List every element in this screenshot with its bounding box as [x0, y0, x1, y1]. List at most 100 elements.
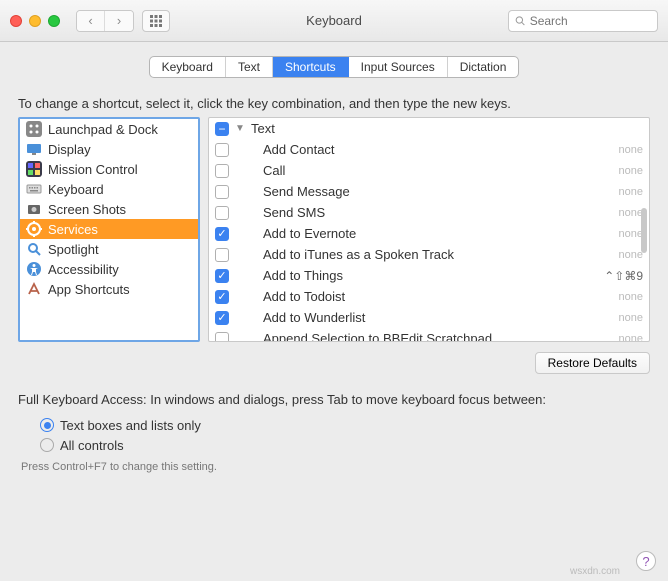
- service-label: Append Selection to BBEdit Scratchpad: [235, 331, 587, 342]
- traffic-lights: [10, 15, 60, 27]
- shortcut-list[interactable]: ▼Text Add ContactnoneCallnoneSend Messag…: [208, 117, 650, 342]
- service-label: Add to Things: [235, 268, 587, 283]
- service-add-to-itunes-as-a-spoken-track[interactable]: Add to iTunes as a Spoken Track none: [209, 244, 649, 265]
- show-all-button[interactable]: [142, 10, 170, 32]
- service-shortcut[interactable]: none: [593, 186, 643, 198]
- group-text[interactable]: ▼ Text: [209, 118, 649, 139]
- service-label: Add to Wunderlist: [235, 310, 587, 325]
- service-shortcut[interactable]: ⌃⇧⌘9: [593, 269, 643, 283]
- tab-input-sources[interactable]: Input Sources: [349, 57, 448, 77]
- fka-option-all-controls[interactable]: All controls: [40, 435, 650, 455]
- service-call[interactable]: Call none: [209, 160, 649, 181]
- zoom-icon[interactable]: [48, 15, 60, 27]
- minimize-icon[interactable]: [29, 15, 41, 27]
- service-shortcut[interactable]: none: [593, 249, 643, 261]
- disclosure-triangle-icon[interactable]: ▼: [235, 123, 245, 134]
- fka-option-text-boxes-and-lists-only[interactable]: Text boxes and lists only: [40, 415, 650, 435]
- tab-dictation[interactable]: Dictation: [448, 57, 519, 77]
- keyboard-icon: [26, 181, 42, 197]
- forward-button[interactable]: ›: [105, 11, 133, 31]
- tab-keyboard[interactable]: Keyboard: [150, 57, 226, 77]
- preferences-window: ‹ › Keyboard KeyboardTextShortcutsInput …: [0, 0, 668, 581]
- service-checkbox[interactable]: [215, 185, 229, 199]
- services-icon: [26, 221, 42, 237]
- service-shortcut[interactable]: none: [593, 207, 643, 219]
- restore-row: Restore Defaults: [18, 352, 650, 374]
- service-send-sms[interactable]: Send SMS none: [209, 202, 649, 223]
- search-field[interactable]: [508, 10, 658, 32]
- service-shortcut[interactable]: none: [593, 144, 643, 156]
- category-label: Keyboard: [48, 182, 104, 197]
- tab-text[interactable]: Text: [226, 57, 273, 77]
- service-shortcut[interactable]: none: [593, 291, 643, 303]
- service-add-to-wunderlist[interactable]: Add to Wunderlist none: [209, 307, 649, 328]
- tab-bar: KeyboardTextShortcutsInput SourcesDictat…: [0, 56, 668, 78]
- service-checkbox[interactable]: [215, 143, 229, 157]
- scrollbar-thumb[interactable]: [641, 208, 647, 253]
- category-services[interactable]: Services: [20, 219, 198, 239]
- service-shortcut[interactable]: none: [593, 333, 643, 343]
- service-send-message[interactable]: Send Messagenone: [209, 181, 649, 202]
- tab-segmented-control: KeyboardTextShortcutsInput SourcesDictat…: [149, 56, 520, 78]
- category-list[interactable]: Launchpad & Dock Display Mission Control Ke…: [18, 117, 200, 342]
- instruction-text: To change a shortcut, select it, click t…: [18, 96, 650, 111]
- category-label: Spotlight: [48, 242, 99, 257]
- category-label: Display: [48, 142, 91, 157]
- group-checkbox[interactable]: [215, 122, 229, 136]
- service-add-to-things[interactable]: Add to Things ⌃⇧⌘9: [209, 265, 649, 286]
- appshortcuts-icon: [26, 281, 42, 297]
- service-shortcut[interactable]: none: [593, 228, 643, 240]
- category-screen-shots[interactable]: Screen Shots: [20, 199, 198, 219]
- service-append-selection-to-bbedit-scratchpad[interactable]: Append Selection to BBEdit Scratchpad non…: [209, 328, 649, 342]
- category-label: Launchpad & Dock: [48, 122, 158, 137]
- service-add-to-evernote[interactable]: Add to Evernote none: [209, 223, 649, 244]
- service-checkbox[interactable]: [215, 248, 229, 262]
- restore-defaults-button[interactable]: Restore Defaults: [535, 352, 650, 374]
- service-add-to-todoist[interactable]: Add to Todoistnone: [209, 286, 649, 307]
- service-label: Add to iTunes as a Spoken Track: [235, 247, 587, 262]
- back-button[interactable]: ‹: [77, 11, 105, 31]
- service-checkbox[interactable]: [215, 269, 229, 283]
- service-checkbox[interactable]: [215, 290, 229, 304]
- category-mission-control[interactable]: Mission Control: [20, 159, 198, 179]
- launchpad-icon: [26, 121, 42, 137]
- service-label: Add Contact: [235, 142, 587, 157]
- search-input[interactable]: [530, 14, 651, 28]
- category-launchpad-dock[interactable]: Launchpad & Dock: [20, 119, 198, 139]
- content-area: To change a shortcut, select it, click t…: [0, 88, 668, 473]
- screenshot-icon: [26, 201, 42, 217]
- service-add-contact[interactable]: Add Contact none: [209, 139, 649, 160]
- radio-icon[interactable]: [40, 418, 54, 432]
- category-spotlight[interactable]: Spotlight: [20, 239, 198, 259]
- service-checkbox[interactable]: [215, 227, 229, 241]
- close-icon[interactable]: [10, 15, 22, 27]
- category-keyboard[interactable]: Keyboard: [20, 179, 198, 199]
- category-app-shortcuts[interactable]: App Shortcuts: [20, 279, 198, 299]
- category-display[interactable]: Display: [20, 139, 198, 159]
- fka-hint: Press Control+F7 to change this setting.: [18, 461, 650, 473]
- category-label: Services: [48, 222, 98, 237]
- service-checkbox[interactable]: [215, 206, 229, 220]
- service-label: Call: [235, 163, 587, 178]
- fka-radio-group: Text boxes and lists only All controls: [40, 415, 650, 455]
- search-icon: [515, 15, 526, 27]
- group-label: Text: [251, 121, 587, 136]
- service-shortcut[interactable]: none: [593, 312, 643, 324]
- radio-label: All controls: [60, 438, 124, 453]
- service-checkbox[interactable]: [215, 332, 229, 343]
- grid-icon: [150, 15, 162, 27]
- help-button[interactable]: ?: [636, 551, 656, 571]
- accessibility-icon: [26, 261, 42, 277]
- titlebar: ‹ › Keyboard: [0, 0, 668, 42]
- category-accessibility[interactable]: Accessibility: [20, 259, 198, 279]
- service-label: Send SMS: [235, 205, 587, 220]
- radio-label: Text boxes and lists only: [60, 418, 201, 433]
- category-label: App Shortcuts: [48, 282, 130, 297]
- tab-shortcuts[interactable]: Shortcuts: [273, 57, 349, 77]
- service-checkbox[interactable]: [215, 164, 229, 178]
- service-shortcut[interactable]: none: [593, 165, 643, 177]
- service-label: Add to Evernote: [235, 226, 587, 241]
- service-checkbox[interactable]: [215, 311, 229, 325]
- full-keyboard-access-label: Full Keyboard Access: In windows and dia…: [18, 392, 650, 407]
- radio-icon[interactable]: [40, 438, 54, 452]
